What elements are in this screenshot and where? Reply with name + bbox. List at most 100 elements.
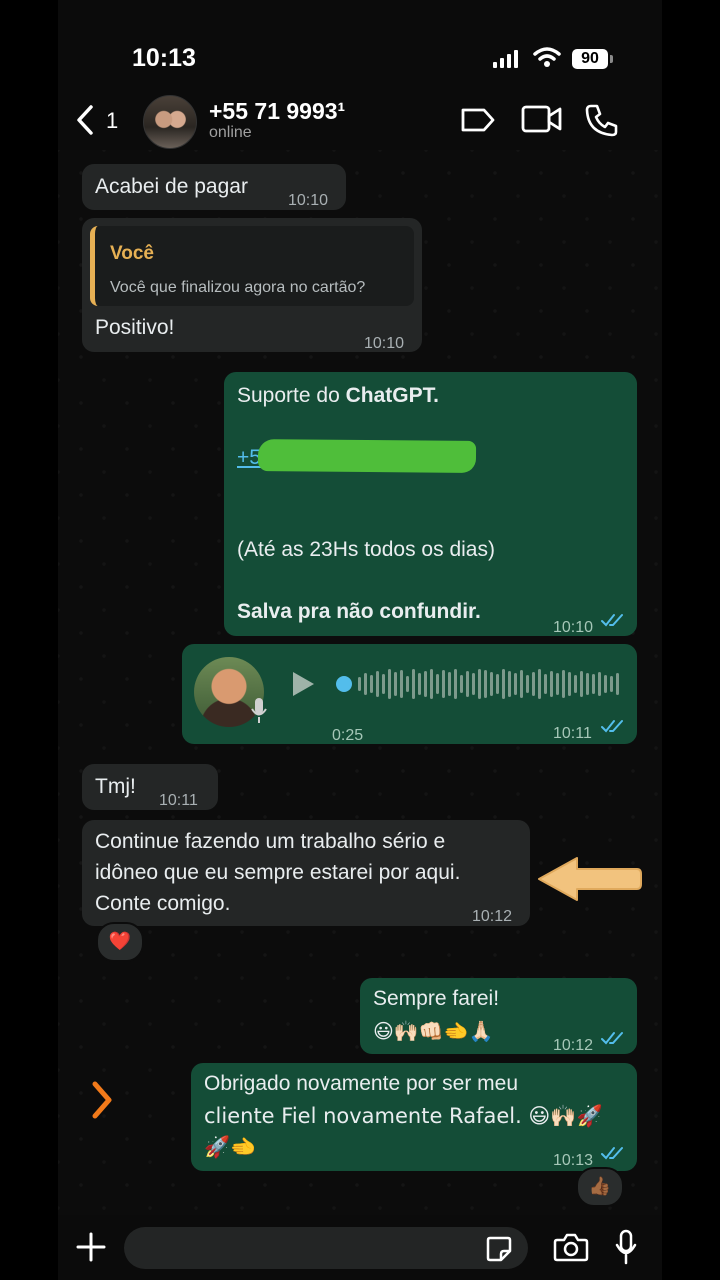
read-ticks-icon xyxy=(601,1147,623,1160)
waveform-bar xyxy=(490,672,493,696)
message-text: Positivo! xyxy=(95,316,175,339)
waveform-bar xyxy=(430,669,433,699)
play-icon[interactable] xyxy=(290,670,316,698)
waveform-bar xyxy=(532,672,535,696)
message-incoming[interactable]: Acabei de pagar 10:10 xyxy=(82,164,346,210)
waveform-bar xyxy=(526,675,529,693)
waveform-bar xyxy=(394,672,397,696)
reaction-badge[interactable]: 👍🏾 xyxy=(576,1167,624,1207)
waveform-bar xyxy=(604,675,607,693)
waveform-bar xyxy=(556,673,559,695)
pointer-arrow-icon xyxy=(538,857,642,901)
message-time: 10:11 xyxy=(553,725,592,742)
waveform-bar xyxy=(454,669,457,699)
tag-icon[interactable] xyxy=(460,106,496,134)
message-incoming[interactable]: Tmj! 10:11 xyxy=(82,764,218,810)
read-ticks-icon xyxy=(601,720,623,733)
quote-author: Você xyxy=(110,243,155,264)
microphone-icon[interactable] xyxy=(614,1229,638,1265)
waveform-bar xyxy=(370,675,373,693)
voice-message[interactable]: 0:25 10:11 xyxy=(182,644,637,744)
waveform-bar xyxy=(616,673,619,695)
reaction-badge[interactable]: ❤️ xyxy=(96,922,144,962)
waveform-bar xyxy=(472,673,475,695)
waveform-bar xyxy=(586,673,589,695)
waveform-bar xyxy=(580,671,583,697)
message-line: Obrigado novamente por ser meu xyxy=(204,1072,519,1095)
waveform-bar xyxy=(538,669,541,699)
waveform-bar xyxy=(466,671,469,697)
contact-avatar[interactable] xyxy=(143,95,197,149)
waveform-bar xyxy=(358,677,361,691)
waveform-bar xyxy=(406,676,409,692)
quoted-message[interactable]: Você Você que finalizou agora no cartão? xyxy=(90,226,414,306)
back-unread-count[interactable]: 1 xyxy=(106,108,118,134)
waveform-bar xyxy=(520,670,523,698)
message-time: 10:11 xyxy=(159,792,198,809)
waveform-bar xyxy=(460,675,463,693)
camera-icon[interactable] xyxy=(553,1232,589,1262)
wifi-icon xyxy=(533,47,561,67)
message-text: Acabei de pagar xyxy=(95,175,248,198)
redaction-scribble xyxy=(257,439,477,473)
waveform-bar xyxy=(598,672,601,696)
message-time: 10:10 xyxy=(553,619,594,636)
waveform-bar xyxy=(400,670,403,698)
message-text: Tmj! xyxy=(95,775,136,798)
emoji-line: 😃🙌🏻👊🏻🫲🙏🏻 xyxy=(373,1019,494,1043)
read-ticks-icon xyxy=(601,1032,623,1045)
microphone-small-icon xyxy=(251,698,267,723)
message-incoming[interactable]: Continue fazendo um trabalho sério e idô… xyxy=(82,820,530,926)
waveform-bar xyxy=(388,669,391,699)
phone-icon[interactable] xyxy=(585,103,619,137)
waveform-bar xyxy=(562,670,565,698)
waveform-bar xyxy=(544,674,547,694)
message-outgoing[interactable]: Suporte do ChatGPT. +55 8 (Até as 23Hs t… xyxy=(224,372,637,636)
waveform-bar xyxy=(382,674,385,694)
waveform-bar xyxy=(496,674,499,694)
waveform-bar xyxy=(502,669,505,699)
waveform-bar xyxy=(364,673,367,695)
waveform-bar xyxy=(514,673,517,695)
waveform-bar xyxy=(592,674,595,694)
waveform-bar xyxy=(442,670,445,698)
message-line: Salva pra não confundir. xyxy=(237,600,481,623)
status-time: 10:13 xyxy=(132,44,196,72)
waveform-bar xyxy=(568,672,571,696)
message-line: (Até as 23Hs todos os dias) xyxy=(237,538,495,561)
waveform-bar xyxy=(610,676,613,692)
read-ticks-icon xyxy=(601,614,623,627)
message-time: 10:10 xyxy=(364,335,405,352)
message-line: cliente Fiel novamente Rafael. 😃🙌🏻🚀 xyxy=(204,1104,603,1128)
contact-status: online xyxy=(209,124,252,141)
message-time: 10:12 xyxy=(472,908,513,925)
quote-text: Você que finalizou agora no cartão? xyxy=(110,279,366,296)
audio-waveform[interactable] xyxy=(334,664,619,704)
waveform-bar xyxy=(508,671,511,697)
message-outgoing[interactable]: Obrigado novamente por ser meu cliente F… xyxy=(191,1063,637,1171)
message-incoming-reply[interactable]: Você Você que finalizou agora no cartão?… xyxy=(82,218,422,352)
contact-name[interactable]: +55 71 9993¹ xyxy=(209,98,357,125)
emoji-line: 🚀🫲 xyxy=(204,1135,257,1159)
message-line: idôneo que eu sempre estarei por aqui. xyxy=(95,861,461,884)
plus-icon[interactable] xyxy=(76,1232,106,1262)
forward-chevron-icon[interactable] xyxy=(90,1081,114,1119)
voice-duration: 0:25 xyxy=(332,727,364,744)
message-time: 10:10 xyxy=(288,192,329,209)
sticker-icon[interactable] xyxy=(485,1235,513,1263)
message-line: Suporte do ChatGPT. xyxy=(237,384,439,407)
message-outgoing[interactable]: Sempre farei! 😃🙌🏻👊🏻🫲🙏🏻 10:12 xyxy=(360,978,637,1054)
cellular-signal-icon xyxy=(493,50,519,68)
waveform-bar xyxy=(484,670,487,698)
waveform-bar xyxy=(448,672,451,696)
video-call-icon[interactable] xyxy=(521,104,563,134)
message-input[interactable] xyxy=(124,1227,528,1269)
waveform-bar xyxy=(376,671,379,697)
message-time: 10:12 xyxy=(553,1037,594,1054)
message-line: Sempre farei! xyxy=(373,987,500,1010)
waveform-bar xyxy=(418,673,421,695)
back-chevron-icon[interactable] xyxy=(75,104,95,136)
battery-icon: 90 xyxy=(572,49,608,69)
waveform-bar xyxy=(550,671,553,697)
waveform-bar xyxy=(412,669,415,699)
